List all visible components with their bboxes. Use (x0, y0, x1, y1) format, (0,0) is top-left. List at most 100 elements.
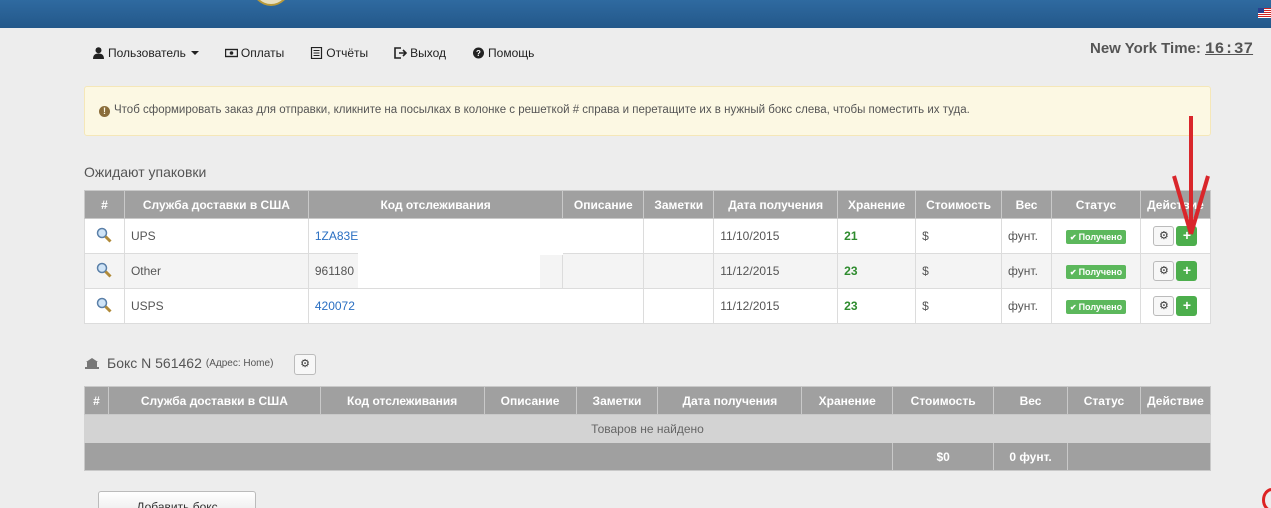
empty-row: Товаров не найдено (84, 414, 1211, 443)
status-cell: ✔ Получено (1051, 288, 1141, 324)
date-cell: 11/12/2015 (713, 253, 839, 289)
ny-time: New York Time: 16:37 (1090, 40, 1253, 58)
totals-row: $0 0 фунт. (83, 442, 1211, 471)
check-icon: ✔ (1069, 302, 1077, 312)
awaiting-title: Ожидают упаковки (84, 164, 207, 180)
total-weight: 0 фунт. (993, 442, 1069, 471)
notes-cell (643, 253, 715, 289)
drag-handle-cell[interactable] (84, 288, 125, 324)
col-header[interactable]: Хранение (801, 386, 894, 415)
col-header[interactable]: Описание (483, 386, 577, 415)
settings-button[interactable]: ⚙ (1153, 261, 1175, 281)
nav-payments-label: Оплаты (240, 46, 285, 60)
col-header[interactable]: Хранение (837, 190, 917, 219)
money-icon (224, 48, 238, 58)
col-header[interactable]: Дата получения (713, 190, 839, 219)
col-header[interactable]: Служба доставки в США (123, 190, 309, 219)
magnifier-icon[interactable] (96, 297, 113, 313)
status-cell: ✔ Получено (1051, 218, 1141, 254)
weight-cell: фунт. (1001, 218, 1053, 254)
nav-user-menu[interactable]: Пользователь (92, 44, 199, 62)
cost-cell: $ (915, 218, 1003, 254)
storage-cell: 23 (837, 288, 917, 324)
nav-help-label: Помощь (488, 46, 535, 60)
box-title: Бокс N 561462 (Адрес: Home) (84, 355, 273, 371)
total-cost: $0 (892, 442, 995, 471)
col-header[interactable]: Вес (1001, 190, 1053, 219)
table-row[interactable]: Other 961180 11/12/2015 23 $ фунт. ✔ Полу… (84, 253, 1212, 289)
col-header[interactable]: Стоимость (915, 190, 1003, 219)
col-header[interactable]: Действие (1139, 386, 1212, 415)
col-header[interactable]: Заметки (575, 386, 659, 415)
annotation-circle (1262, 488, 1271, 508)
add-to-box-button[interactable]: + (1176, 296, 1198, 316)
notes-cell (643, 218, 715, 254)
top-header-bar (0, 0, 1271, 28)
col-header[interactable]: # (84, 386, 109, 415)
table-header-row: # Служба доставки в США Код отслеживания… (84, 386, 1212, 415)
redaction-block (360, 289, 563, 323)
weight-cell: фунт. (1001, 288, 1053, 324)
settings-button[interactable]: ⚙ (1153, 296, 1175, 316)
col-header[interactable]: Статус (1051, 190, 1141, 219)
redaction-block (358, 255, 540, 288)
main-nav: Пользователь Оплаты Отчёты Выход ? Помощ… (92, 44, 560, 62)
col-header[interactable]: Заметки (643, 190, 715, 219)
storage-cell: 21 (837, 218, 917, 254)
chevron-down-icon (190, 51, 199, 55)
status-label: Получено (1078, 301, 1123, 312)
logo[interactable] (252, 0, 290, 6)
svg-text:?: ? (476, 49, 481, 58)
add-box-button[interactable]: Добавить бокс (98, 491, 256, 508)
drag-handle-cell[interactable] (84, 253, 125, 289)
status-badge: ✔ Получено (1065, 229, 1127, 244)
col-header[interactable]: Описание (562, 190, 645, 219)
col-header[interactable]: Вес (993, 386, 1069, 415)
status-cell: ✔ Получено (1051, 253, 1141, 289)
status-label: Получено (1078, 231, 1123, 242)
awaiting-table: # Служба доставки в США Код отслеживания… (84, 190, 1212, 324)
col-header[interactable]: Служба доставки в США (107, 386, 321, 415)
col-header[interactable]: Дата получения (657, 386, 803, 415)
col-header[interactable]: Статус (1067, 386, 1141, 415)
alert-text: Чтоб сформировать заказ для отправки, кл… (114, 104, 970, 116)
carrier-cell: USPS (123, 288, 309, 324)
drag-handle-cell[interactable] (84, 218, 125, 254)
status-label: Получено (1078, 266, 1123, 277)
nav-logout[interactable]: Выход (394, 44, 446, 62)
magnifier-icon[interactable] (96, 262, 113, 278)
nav-user-label: Пользователь (108, 46, 186, 60)
date-cell: 11/10/2015 (713, 218, 839, 254)
box-settings-button[interactable]: ⚙ (294, 354, 316, 375)
check-icon: ✔ (1069, 232, 1077, 242)
magnifier-icon[interactable] (96, 227, 113, 243)
storage-cell: 23 (837, 253, 917, 289)
box-address: (Адрес: Home) (205, 357, 274, 369)
col-header[interactable]: Код отслеживания (319, 386, 485, 415)
date-cell: 11/12/2015 (713, 288, 839, 324)
table-row[interactable]: USPS 420072 11/12/2015 23 $ фунт. ✔ Получ… (84, 288, 1212, 324)
add-to-box-button[interactable]: + (1176, 261, 1198, 281)
description-cell (562, 253, 645, 289)
totals-spacer (1067, 442, 1211, 471)
nav-help[interactable]: ? Помощь (472, 44, 534, 62)
nav-reports[interactable]: Отчёты (310, 44, 368, 62)
col-header[interactable]: # (84, 190, 125, 219)
nav-payments[interactable]: Оплаты (224, 44, 285, 62)
question-icon: ? (473, 47, 485, 59)
notes-cell (643, 288, 715, 324)
table-header-row: # Служба доставки в США Код отслеживания… (84, 190, 1212, 219)
info-icon: ! (99, 106, 110, 117)
weight-cell: фунт. (1001, 253, 1053, 289)
col-header[interactable]: Стоимость (892, 386, 995, 415)
action-cell: ⚙ + (1139, 253, 1212, 289)
description-cell (562, 288, 645, 324)
logout-icon (394, 47, 408, 59)
status-badge: ✔ Получено (1065, 299, 1127, 314)
status-badge: ✔ Получено (1065, 264, 1127, 279)
box-title-text: Бокс N 561462 (107, 355, 202, 371)
us-flag-icon[interactable] (1258, 8, 1271, 18)
action-cell: ⚙ + (1139, 288, 1212, 324)
col-header[interactable]: Код отслеживания (307, 190, 564, 219)
table-row[interactable]: UPS 1ZA83E 11/10/2015 21 $ фунт. ✔ Получе… (84, 218, 1212, 254)
